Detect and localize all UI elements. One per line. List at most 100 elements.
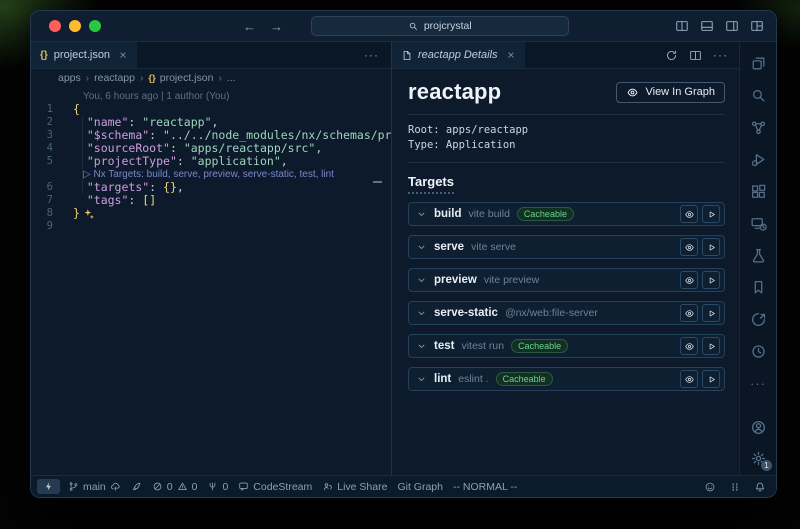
status-feedback[interactable]	[704, 481, 716, 493]
target-name: preview	[434, 274, 477, 286]
chevron-down-icon[interactable]	[416, 242, 427, 253]
view-target-button[interactable]	[680, 271, 698, 289]
target-name: build	[434, 208, 461, 220]
split-editor-action[interactable]	[689, 49, 702, 62]
status-fork-count[interactable]: 0	[202, 476, 233, 497]
back-icon[interactable]: ←	[243, 19, 256, 34]
run-target-button[interactable]	[702, 205, 720, 223]
zoom-window-button[interactable]	[89, 20, 101, 32]
window-controls	[49, 20, 101, 32]
files-icon	[750, 55, 767, 72]
activity-extensions[interactable]	[749, 182, 767, 200]
more-actions[interactable]: ···	[713, 48, 728, 62]
toggle-panel[interactable]	[700, 19, 714, 33]
target-row-test[interactable]: test vitest run Cacheable	[408, 334, 725, 358]
editor-group-right: reactapp Details ··· reactapp View In Gr…	[392, 42, 739, 475]
chevron-down-icon[interactable]	[416, 374, 427, 385]
close-icon	[506, 50, 516, 60]
view-in-graph-button[interactable]: View In Graph	[616, 82, 725, 103]
activity-search[interactable]	[749, 86, 767, 104]
activity-run-and-debug[interactable]	[749, 150, 767, 168]
view-target-button[interactable]	[680, 304, 698, 322]
close-tab-icon[interactable]	[506, 50, 516, 60]
cacheable-badge: Cacheable	[496, 372, 553, 387]
cloud-upload-icon	[110, 481, 121, 492]
chevron-down-icon[interactable]	[416, 341, 427, 352]
status-codestream[interactable]: CodeStream	[233, 476, 317, 497]
status-formatter-status[interactable]	[729, 481, 741, 493]
activity-testing[interactable]	[749, 246, 767, 264]
tab-reactapp-details[interactable]: reactapp Details	[392, 42, 525, 68]
view-target-button[interactable]	[680, 337, 698, 355]
search-icon	[408, 21, 419, 32]
activity-bar: ··· 1	[739, 42, 776, 475]
status-git-graph[interactable]: Git Graph	[392, 476, 448, 497]
tab-project-json[interactable]: {} project.json	[31, 42, 137, 68]
forward-icon[interactable]: →	[270, 19, 283, 34]
breadcrumb-item[interactable]: {}project.json	[148, 72, 213, 84]
status-format-tool[interactable]	[126, 476, 147, 497]
view-target-button[interactable]	[680, 205, 698, 223]
target-command: vite preview	[484, 274, 539, 286]
close-window-button[interactable]	[49, 20, 61, 32]
toggle-primary-sidebar[interactable]	[675, 19, 689, 33]
tab-bar-right: reactapp Details ···	[392, 42, 739, 69]
close-tab-icon[interactable]	[118, 50, 128, 60]
editor-group-left: {} project.json ··· apps›reactapp›{}proj…	[31, 42, 391, 475]
status-notifications[interactable]	[754, 481, 766, 493]
chevron-down-icon	[416, 275, 427, 286]
target-row-lint[interactable]: lint eslint . Cacheable	[408, 367, 725, 391]
chevron-down-icon[interactable]	[416, 275, 427, 286]
target-row-preview[interactable]: preview vite preview	[408, 268, 725, 292]
target-row-build[interactable]: build vite build Cacheable	[408, 202, 725, 226]
command-center-search[interactable]: projcrystal	[311, 16, 569, 36]
sparkle-icon	[83, 208, 95, 220]
status-live-share[interactable]: Live Share	[317, 476, 392, 497]
breadcrumb-item[interactable]: ...	[227, 72, 236, 84]
status-remote-indicator[interactable]	[37, 479, 60, 494]
breadcrumb[interactable]: apps›reactapp›{}project.json›...	[31, 69, 391, 87]
status-problems[interactable]: 00	[147, 476, 203, 497]
customize-layout[interactable]	[750, 19, 764, 33]
refresh-action[interactable]	[665, 49, 678, 62]
breadcrumb-item[interactable]: apps	[58, 72, 81, 84]
layout-grid-icon	[750, 19, 764, 33]
play-icon	[706, 374, 717, 385]
run-target-button[interactable]	[702, 370, 720, 388]
activity-gitlens[interactable]	[749, 310, 767, 328]
target-row-serve[interactable]: serve vite serve	[408, 235, 725, 259]
tab-label: reactapp Details	[418, 49, 498, 61]
breadcrumb-item[interactable]: reactapp	[94, 72, 135, 84]
activity-nx-graph[interactable]	[749, 118, 767, 136]
target-row-serve-static[interactable]: serve-static @nx/web:file-server	[408, 301, 725, 325]
breadcrumb-separator-icon: ›	[218, 73, 221, 84]
status-vim-mode[interactable]: -- NORMAL --	[448, 476, 522, 497]
tab-overflow-more[interactable]: ···	[364, 48, 391, 62]
git-blame-codelens[interactable]: You, 6 hours ago | 1 author (You)	[31, 90, 391, 103]
refresh-icon	[665, 49, 678, 62]
run-debug-icon	[750, 151, 767, 168]
activity-accounts[interactable]	[749, 418, 767, 436]
eye-icon	[684, 209, 695, 220]
sparkle-icon[interactable]	[83, 208, 95, 220]
activity-explorer[interactable]	[749, 54, 767, 72]
activity-remote-explorer[interactable]	[749, 214, 767, 232]
view-target-button[interactable]	[680, 238, 698, 256]
activity-timeline[interactable]	[749, 342, 767, 360]
brush-icon	[131, 481, 142, 492]
activity-bookmarks[interactable]	[749, 278, 767, 296]
json-braces-icon: {}	[40, 50, 48, 61]
chevron-down-icon[interactable]	[416, 209, 427, 220]
toggle-secondary-sidebar[interactable]	[725, 19, 739, 33]
code-editor[interactable]: You, 6 hours ago | 1 author (You)1{2 "na…	[31, 87, 391, 475]
status-git-branch[interactable]: main	[63, 476, 126, 497]
run-target-button[interactable]	[702, 337, 720, 355]
chevron-down-icon[interactable]	[416, 308, 427, 319]
activity-additional-views[interactable]: ···	[749, 374, 767, 392]
minimize-window-button[interactable]	[69, 20, 81, 32]
activity-settings[interactable]: 1	[749, 449, 767, 467]
view-target-button[interactable]	[680, 370, 698, 388]
run-target-button[interactable]	[702, 304, 720, 322]
run-target-button[interactable]	[702, 271, 720, 289]
run-target-button[interactable]	[702, 238, 720, 256]
